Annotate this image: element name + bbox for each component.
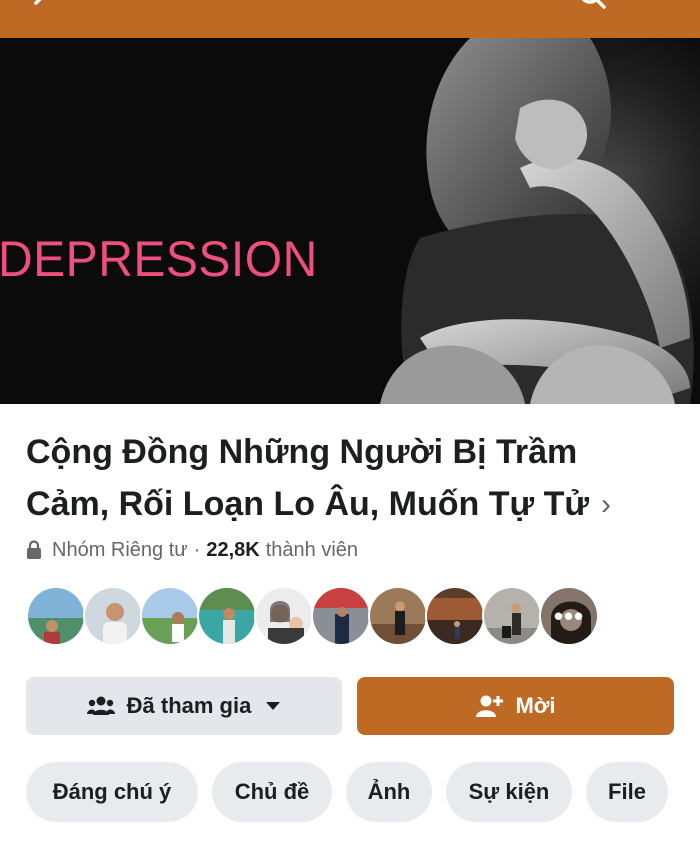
avatar[interactable]	[140, 586, 200, 646]
avatar[interactable]	[368, 586, 428, 646]
group-title-text: Cộng Đồng Những Người Bị Trầm Cảm, Rối L…	[26, 433, 589, 523]
people-icon	[86, 696, 115, 715]
cover-text: DEPRESSION	[0, 231, 318, 288]
member-label[interactable]: thành viên	[266, 539, 358, 562]
tab-featured[interactable]: Đáng chú ý	[26, 762, 198, 822]
avatar[interactable]	[26, 586, 86, 646]
member-avatars[interactable]: •••	[26, 586, 599, 650]
invite-button[interactable]: Mời	[357, 677, 674, 735]
joined-label: Đã tham gia	[126, 693, 252, 718]
lock-icon	[27, 540, 41, 559]
avatar[interactable]	[311, 586, 371, 646]
group-title[interactable]: Cộng Đồng Những Người Bị Trầm Cảm, Rối L…	[26, 426, 666, 531]
group-tabs: Đáng chú ý Chủ đề Ảnh Sự kiện File	[26, 762, 682, 822]
avatar[interactable]	[425, 586, 485, 646]
group-meta: Nhóm Riêng tư · 22,8K thành viên	[26, 536, 358, 564]
tab-photos[interactable]: Ảnh	[346, 762, 432, 822]
joined-button[interactable]: Đã tham gia	[26, 677, 342, 735]
privacy-label: Nhóm Riêng tư	[52, 538, 188, 561]
invite-label: Mời	[515, 693, 556, 718]
tab-events[interactable]: Sự kiện	[446, 762, 572, 822]
search-icon[interactable]	[576, 0, 610, 14]
chevron-right-icon: ›	[600, 488, 611, 521]
avatar[interactable]	[197, 586, 257, 646]
add-person-icon	[476, 695, 504, 717]
tab-files[interactable]: File	[586, 762, 668, 822]
avatar[interactable]	[254, 586, 314, 646]
member-count[interactable]: 22,8K	[206, 539, 259, 562]
caret-down-icon	[266, 702, 281, 710]
avatar[interactable]	[83, 586, 143, 646]
more-avatars-label: •••	[553, 600, 585, 631]
group-cover-photo[interactable]: DEPRESSION	[0, 38, 700, 404]
tab-topics[interactable]: Chủ đề	[212, 762, 332, 822]
meta-separator: ·	[193, 538, 201, 561]
avatar[interactable]	[482, 586, 542, 646]
avatar-more[interactable]: •••	[539, 586, 599, 646]
back-arrow-icon[interactable]	[30, 0, 52, 14]
top-bar	[0, 0, 700, 38]
cover-image	[0, 38, 700, 404]
